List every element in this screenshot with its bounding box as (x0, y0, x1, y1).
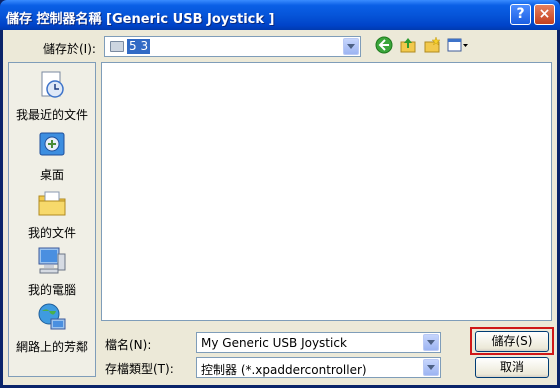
new-folder-icon[interactable] (423, 36, 441, 54)
recent-documents-icon (41, 71, 64, 98)
filename-label: 檔名(N): (105, 338, 152, 352)
filename-value: My Generic USB Joystick (201, 336, 347, 350)
desktop-icon (39, 132, 65, 156)
filetype-value: 控制器 (*.xpaddercontroller) (201, 363, 367, 377)
place-my-computer[interactable]: 我的電腦 (9, 244, 95, 298)
chevron-down-icon[interactable] (423, 334, 439, 351)
up-folder-icon[interactable] (399, 36, 417, 54)
my-computer-icon (38, 247, 66, 274)
place-my-documents[interactable]: 我的文件 (9, 187, 95, 241)
place-label: 桌面 (39, 168, 64, 182)
place-label: 我的文件 (27, 226, 76, 240)
views-menu-icon[interactable] (447, 36, 469, 54)
places-bar: 我最近的文件 桌面 我的文件 我的電腦 網路上的芳鄰 (8, 62, 96, 377)
file-list[interactable] (101, 62, 552, 321)
dialog-body: 儲存於(I): 5 3 我最近的文件 桌面 我的文件 我的電腦 網路上的芳鄰 檔… (3, 30, 557, 385)
save-in-combo[interactable]: 5 3 (104, 36, 361, 57)
cancel-button[interactable]: 取消 (475, 357, 549, 378)
place-recent-documents[interactable]: 我最近的文件 (9, 69, 95, 123)
save-in-value: 5 3 (127, 39, 151, 54)
save-dialog: 儲存 控制器名稱 [Generic USB Joystick ] ? × 儲存於… (0, 0, 560, 388)
window-title: 儲存 控制器名稱 [Generic USB Joystick ] (6, 12, 275, 27)
save-button[interactable]: 儲存(S) (475, 331, 549, 352)
place-label: 網路上的芳鄰 (15, 340, 88, 354)
filetype-select[interactable]: 控制器 (*.xpaddercontroller) (196, 357, 441, 378)
back-icon[interactable] (375, 36, 393, 54)
help-button[interactable]: ? (510, 4, 531, 25)
save-in-label: 儲存於(I): (43, 42, 96, 56)
filetype-label: 存檔類型(T): (105, 362, 174, 376)
place-desktop[interactable]: 桌面 (9, 129, 95, 183)
my-documents-icon (38, 191, 66, 216)
place-label: 我最近的文件 (15, 108, 88, 122)
chevron-down-icon[interactable] (423, 359, 439, 376)
title-bar[interactable]: 儲存 控制器名稱 [Generic USB Joystick ] ? × (0, 0, 560, 30)
folder-icon (110, 41, 124, 52)
close-button[interactable]: × (534, 4, 555, 25)
place-label: 我的電腦 (27, 283, 76, 297)
chevron-down-icon[interactable] (343, 38, 359, 55)
network-places-icon (38, 303, 66, 330)
filename-input[interactable]: My Generic USB Joystick (196, 332, 441, 353)
place-network[interactable]: 網路上的芳鄰 (9, 301, 95, 355)
